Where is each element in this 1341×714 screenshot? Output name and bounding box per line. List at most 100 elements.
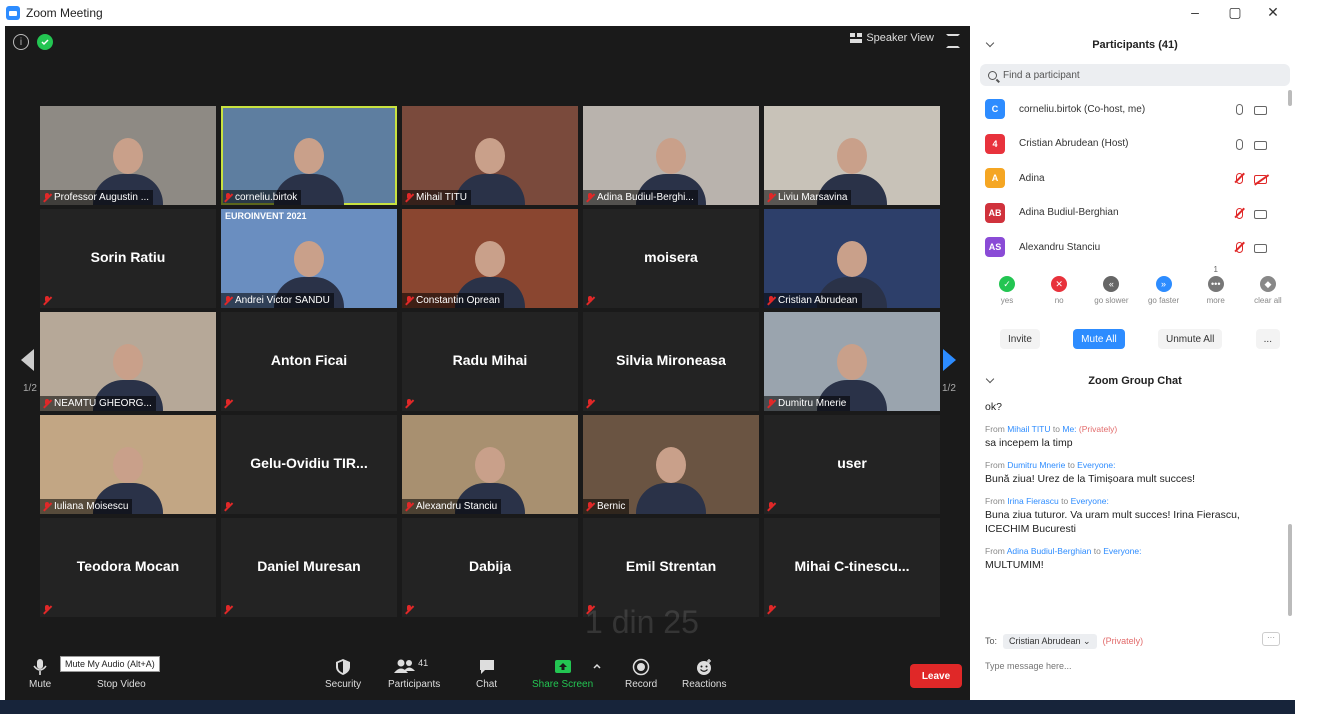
camera-icon[interactable] <box>1254 209 1267 219</box>
from-word: From <box>985 496 1005 506</box>
participant-row[interactable]: A Adina <box>985 161 1285 196</box>
chat-scrollbar[interactable] <box>1288 524 1292 616</box>
mute-all-button[interactable]: Mute All <box>1073 329 1125 349</box>
participant-tile[interactable]: Teodora Mocan <box>40 518 216 617</box>
reaction-yes[interactable]: ✓ yes <box>985 276 1029 316</box>
camera-icon[interactable] <box>1254 140 1267 150</box>
camera-icon[interactable] <box>1254 106 1267 115</box>
participant-tile[interactable]: corneliu.birtok <box>221 106 397 205</box>
muted-mic-icon <box>224 605 232 614</box>
avatar: A <box>985 168 1005 189</box>
participant-tile[interactable]: Alexandru Stanciu <box>402 415 578 514</box>
share-screen-button[interactable]: Share Screen <box>532 658 593 690</box>
recipient-dropdown[interactable]: Cristian Abrudean ⌄ <box>1003 633 1097 649</box>
participants-button[interactable]: 41 Participants <box>388 658 440 690</box>
sender-name[interactable]: Adina Budiul-Berghian <box>1007 546 1092 556</box>
record-button[interactable]: Record <box>625 658 657 690</box>
side-panel: Participants (41) Find a participant Cco… <box>975 26 1295 700</box>
participant-tile[interactable]: Anton Ficai <box>221 312 397 411</box>
more-options-button[interactable]: ... <box>1255 329 1280 349</box>
sender-name[interactable]: Dumitru Mnerie <box>1007 460 1065 470</box>
mic-muted-icon[interactable] <box>1236 173 1243 184</box>
chat-message-input[interactable] <box>985 656 1275 676</box>
meeting-area: i Speaker View Professor Augustin ... cor… <box>5 26 970 700</box>
participant-row[interactable]: Ccorneliu.birtok (Co-host, me) <box>985 92 1285 127</box>
microphone-icon[interactable] <box>1236 138 1243 150</box>
participant-row[interactable]: 4 Cristian Abrudean (Host) <box>985 127 1285 162</box>
participant-tile[interactable]: Dumitru Mnerie <box>764 312 940 411</box>
chat-label: Chat <box>476 679 498 690</box>
participant-tile[interactable]: Cristian Abrudean <box>764 209 940 308</box>
speaker-view-button[interactable]: Speaker View <box>850 32 934 44</box>
sender-name[interactable]: Mihail TITU <box>1007 424 1050 434</box>
participant-tile[interactable]: Bernic <box>583 415 759 514</box>
avatar: C <box>985 99 1005 120</box>
camera-icon[interactable] <box>1254 244 1267 253</box>
participant-search-input[interactable]: Find a participant <box>980 64 1290 86</box>
reaction-no[interactable]: ✕ no <box>1037 276 1081 316</box>
minimize-button[interactable]: – <box>1180 4 1210 20</box>
participant-tile[interactable]: Emil Strentan <box>583 518 759 617</box>
participant-row[interactable]: AS Alexandru Stanciu <box>985 230 1285 265</box>
to-word: to <box>1093 546 1101 556</box>
participant-tile[interactable]: Professor Augustin ... <box>40 106 216 205</box>
recipient-name: Everyone: <box>1077 460 1116 470</box>
participant-row[interactable]: AB Adina Budiul-Berghian <box>985 196 1285 231</box>
participant-tile[interactable]: EUROINVENT 2021 Andrei Victor SANDU <box>221 209 397 308</box>
participant-tile[interactable]: NEAMTU GHEORG... <box>40 312 216 411</box>
unmute-all-button[interactable]: Unmute All <box>1158 329 1223 349</box>
reactions-button[interactable]: Reactions <box>682 658 726 690</box>
participant-tile[interactable]: Daniel Muresan <box>221 518 397 617</box>
share-options-chevron[interactable] <box>592 658 610 679</box>
message-text: Buna ziua tuturor. Va uram mult succes! … <box>985 509 1240 535</box>
chat-bubble-icon <box>478 658 496 676</box>
microphone-icon[interactable] <box>1236 104 1243 115</box>
encryption-shield-icon[interactable] <box>37 34 53 50</box>
maximize-button[interactable]: ▢ <box>1220 4 1250 21</box>
participant-tile[interactable]: Mihai C-tinescu... <box>764 518 940 617</box>
recipient-name: Everyone: <box>1070 496 1109 506</box>
close-button[interactable]: ✕ <box>1258 4 1288 21</box>
participant-tile[interactable]: Adina Budiul-Berghi... <box>583 106 759 205</box>
participants-scrollbar[interactable] <box>1288 90 1292 106</box>
reaction-more[interactable]: 1 ••• more <box>1194 265 1238 316</box>
mic-muted-icon[interactable] <box>1236 207 1243 219</box>
reaction-clear-all[interactable]: ◆ clear all <box>1246 276 1290 316</box>
recipient-name: Me: <box>1062 424 1077 434</box>
chat-more-button[interactable]: ··· <box>1262 632 1280 646</box>
participant-name: Cristian Abrudean (Host) <box>1019 138 1129 150</box>
sender-name[interactable]: Irina Fierascu <box>1007 496 1059 506</box>
reaction-go-faster[interactable]: » go faster <box>1142 276 1186 316</box>
participant-tile[interactable]: Mihail TITU <box>402 106 578 205</box>
participant-tile[interactable]: Radu Mihai <box>402 312 578 411</box>
muted-mic-icon <box>224 502 232 511</box>
mute-button[interactable]: Mute <box>29 658 51 690</box>
participant-tile[interactable]: Sorin Ratiu <box>40 209 216 308</box>
participant-tile[interactable]: Dabija <box>402 518 578 617</box>
collapse-chevron-icon[interactable] <box>985 38 995 48</box>
leave-button[interactable]: Leave <box>910 664 962 688</box>
camera-off-icon[interactable] <box>1254 175 1267 184</box>
participant-tile[interactable]: moisera <box>583 209 759 308</box>
info-icon[interactable]: i <box>13 34 29 50</box>
stop-video-button[interactable]: Stop Video <box>97 658 146 690</box>
page-indicator-right: 1/2 <box>942 383 956 394</box>
invite-button[interactable]: Invite <box>1000 329 1040 349</box>
reaction-go-slower[interactable]: « go slower <box>1089 276 1133 316</box>
fullscreen-icon[interactable] <box>946 34 960 48</box>
muted-mic-icon <box>586 193 594 202</box>
mic-muted-icon[interactable] <box>1236 242 1243 253</box>
chat-button[interactable]: Chat <box>476 658 497 690</box>
participant-tile[interactable]: Silvia Mironeasa <box>583 312 759 411</box>
participant-tile[interactable]: Iuliana Moisescu <box>40 415 216 514</box>
participant-tile[interactable]: user <box>764 415 940 514</box>
previous-page-arrow-icon[interactable] <box>21 349 34 371</box>
security-button[interactable]: Security <box>325 658 361 690</box>
participant-tile[interactable]: Liviu Marsavina <box>764 106 940 205</box>
participant-tile[interactable]: Gelu-Ovidiu TIR... <box>221 415 397 514</box>
meeting-toolbar: Mute Mute My Audio (Alt+A) Stop Video Se… <box>5 656 970 700</box>
participant-tile[interactable]: Constantin Oprean <box>402 209 578 308</box>
collapse-chat-chevron-icon[interactable] <box>985 374 995 384</box>
page-indicator-left: 1/2 <box>23 383 37 394</box>
next-page-arrow-icon[interactable] <box>943 349 956 371</box>
